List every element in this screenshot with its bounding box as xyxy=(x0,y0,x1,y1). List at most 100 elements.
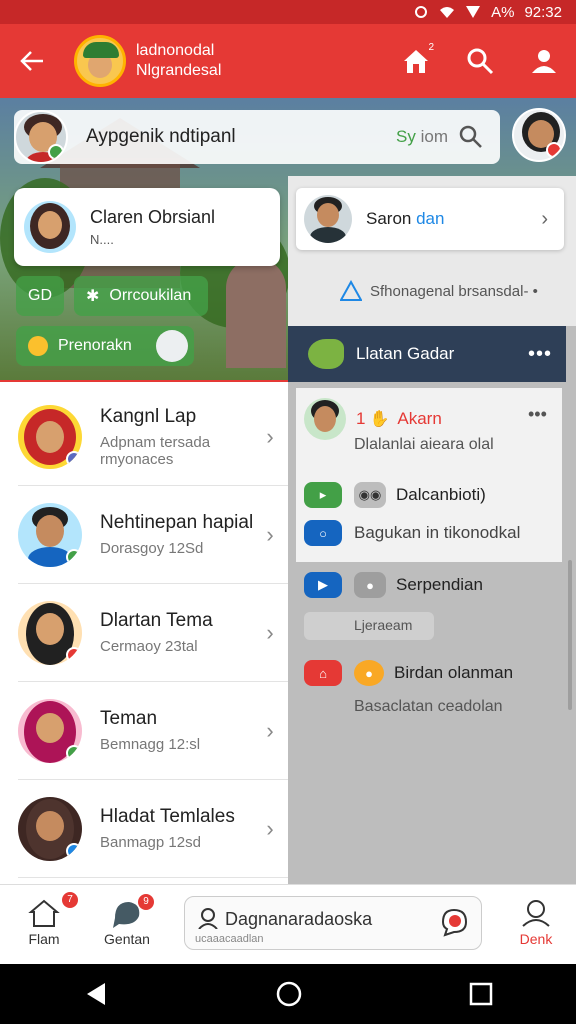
home-icon xyxy=(28,899,60,927)
nav-badge: 9 xyxy=(138,894,154,910)
contact-name: Nehtinepan hapial xyxy=(100,512,254,533)
item-label: Birdan olanman xyxy=(394,663,514,682)
list-item[interactable]: Kangnl Lap Adpnam tersada rmyonaces › xyxy=(18,388,288,486)
list-item[interactable]: Hladat Temlales Banmagp 12sd › xyxy=(18,780,288,878)
list-item[interactable]: ▸ ◉◉ Dalcanbioti) xyxy=(304,482,486,508)
chip-prenorakn[interactable]: Prenorakn xyxy=(16,326,194,366)
app-bar: ladnonodal Nlgrandesal 2 xyxy=(0,24,576,98)
arrow-left-icon xyxy=(20,51,43,71)
nav-badge: 7 xyxy=(62,892,78,908)
contact-name: Hladat Temlales xyxy=(100,806,235,827)
dino-icon xyxy=(308,339,344,369)
signal-icon xyxy=(465,5,481,19)
search-button[interactable] xyxy=(448,24,512,98)
nav-label: Flam xyxy=(28,931,60,947)
emoji-icon xyxy=(28,336,48,356)
recents-icon[interactable] xyxy=(469,982,493,1006)
profile-card[interactable]: Claren Obrsianl N.... xyxy=(14,188,280,266)
list-item[interactable]: Dlartan Tema Cermaoy 23tal › xyxy=(18,584,288,682)
chip-avatar xyxy=(156,330,188,362)
home-button[interactable]: 2 xyxy=(384,24,448,98)
nav-home[interactable]: 7 Flam xyxy=(24,892,78,947)
chip-gd[interactable]: GD xyxy=(16,276,64,316)
scrollbar[interactable] xyxy=(568,560,572,710)
profile-button[interactable] xyxy=(512,24,576,98)
message-input-sub: ucaaacaadlan xyxy=(195,933,264,945)
user-avatar[interactable] xyxy=(512,108,566,162)
chat-bubble-icon[interactable] xyxy=(439,907,469,937)
alert-icon xyxy=(340,280,362,301)
avatar xyxy=(304,398,346,440)
list-item[interactable]: ○ Bagukan in tikonodkal xyxy=(304,520,520,546)
conversation-list: Kangnl Lap Adpnam tersada rmyonaces › Neh… xyxy=(0,382,288,884)
list-item-akarn[interactable]: 1 ✋ Akarn xyxy=(304,398,442,440)
user-icon xyxy=(532,50,556,73)
app-title-line2: Nlgrandesal xyxy=(136,62,222,79)
hand-icon: ✋ xyxy=(369,411,390,428)
back-button[interactable] xyxy=(0,24,64,98)
home-icon xyxy=(404,50,428,73)
item-subtitle: Dlalanlai aieara olal xyxy=(354,436,494,453)
nav-label: Gentan xyxy=(104,931,150,947)
search-input[interactable]: Aypgenik ndtipanl xyxy=(86,126,396,148)
profile-icon xyxy=(522,900,550,927)
list-item[interactable]: Nehtinepan hapial Dorasgoy 12Sd › xyxy=(18,486,288,584)
list-item[interactable]: ⌂ ● Birdan olanman xyxy=(304,660,513,686)
home-icon: ⌂ xyxy=(304,660,342,686)
message-input[interactable]: Dagnanaradaoska ucaaacaadlan xyxy=(184,896,482,950)
list-item[interactable]: Teman Bemnagg 12:sl › xyxy=(18,682,288,780)
contact-status: Banmagp 12sd xyxy=(100,834,201,851)
chip-label: Orrcoukilan xyxy=(109,287,192,304)
info-line: Sfhonagenal brsansdal- • xyxy=(340,280,538,302)
person-search-icon xyxy=(198,908,218,929)
item-subtitle: Basaclatan ceadolan xyxy=(354,698,503,715)
contact-status: Adpnam tersada rmyonaces xyxy=(100,433,211,468)
contact-name: Kangnl Lap xyxy=(100,405,197,427)
character-illustration xyxy=(226,258,286,368)
chip-orrcoukilan[interactable]: ✱ Orrcoukilan xyxy=(74,276,208,316)
contact-name: Teman xyxy=(100,708,158,729)
home-circle-icon[interactable] xyxy=(275,980,303,1008)
more-icon[interactable]: ••• xyxy=(528,404,547,425)
avatar xyxy=(18,600,82,665)
app-title: ladnonodal Nlgrandesal xyxy=(136,41,221,81)
search-hint: Sy iom xyxy=(396,127,448,146)
tag-chip[interactable]: Ljeraeam xyxy=(304,612,434,640)
system-navigation xyxy=(0,964,576,1024)
list-item[interactable]: ▶ ● Serpendian xyxy=(304,572,483,598)
avatar xyxy=(18,502,82,567)
app-title-line1: ladnonodal xyxy=(136,42,215,59)
more-icon[interactable]: ••• xyxy=(528,343,552,366)
section-header[interactable]: Llatan Gadar ••• xyxy=(288,326,566,382)
avatar xyxy=(18,796,82,861)
section-title: Llatan Gadar xyxy=(356,344,455,363)
chevron-right-icon: › xyxy=(541,207,548,230)
battery-text: A% xyxy=(491,3,515,21)
contact-status: Bemnagg 12:sl xyxy=(100,736,201,753)
search-bar[interactable]: Aypgenik ndtipanl Sy iom xyxy=(14,110,500,164)
avatar[interactable] xyxy=(14,110,68,164)
chip-label: Prenorakn xyxy=(58,337,132,354)
puzzle-icon: ✱ xyxy=(86,288,100,305)
nav-label: Denk xyxy=(519,931,553,947)
home-badge: 2 xyxy=(428,42,434,53)
chat-icon: ▸ xyxy=(304,482,342,508)
nav-denk[interactable]: Denk xyxy=(512,898,560,947)
wifi-icon xyxy=(439,5,455,19)
back-icon[interactable] xyxy=(83,981,109,1007)
search-icon[interactable] xyxy=(458,124,484,150)
chevron-right-icon: › xyxy=(266,815,274,841)
status-bar: A% 92:32 xyxy=(0,0,576,24)
contact-card[interactable]: Saron dan › xyxy=(296,188,564,250)
clock: 92:32 xyxy=(524,3,562,21)
chevron-right-icon: › xyxy=(266,619,274,645)
nav-gentan[interactable]: 9 Gentan xyxy=(102,894,154,947)
chevron-right-icon: › xyxy=(266,423,274,449)
message-icon: ○ xyxy=(304,520,342,546)
contact-name: Saron dan xyxy=(366,209,445,228)
profile-name: Claren Obrsianl xyxy=(90,207,216,227)
profile-avatar xyxy=(24,201,76,253)
robot-icon: ◉◉ xyxy=(354,482,386,508)
item-prefix: 1 xyxy=(356,409,366,428)
search-icon xyxy=(467,48,494,75)
